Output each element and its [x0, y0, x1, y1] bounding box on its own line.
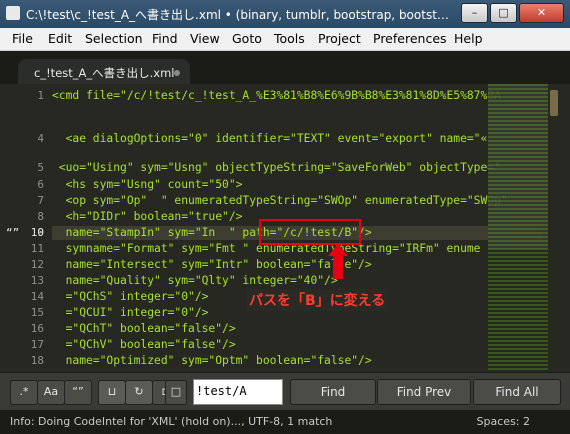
arrow-stem — [333, 255, 343, 279]
code-line: name="Optimized" sym="Optm" boolean="fal… — [52, 354, 372, 367]
find-all-button[interactable]: Find All — [473, 379, 561, 405]
whole-word-toggle[interactable]: “” — [64, 380, 92, 405]
line-number: 13 — [30, 274, 44, 287]
menu-selection[interactable]: Selection — [85, 31, 143, 46]
regex-toggle[interactable]: .* — [10, 380, 38, 405]
menu-goto[interactable]: Goto — [232, 31, 262, 46]
find-button[interactable]: Find — [290, 379, 376, 405]
show-context-toggle[interactable]: □ — [165, 380, 187, 405]
find-panel: .* Aa “” ⊔ ↻ ⊏ □ Find Find Prev Find All — [0, 372, 570, 411]
line-number: 12 — [30, 258, 44, 271]
tab-file[interactable]: c_!test_A_へ書き出し.xml — [18, 59, 190, 84]
scroll-thumb[interactable] — [550, 90, 558, 116]
vertical-scrollbar[interactable] — [548, 84, 560, 372]
menu-project[interactable]: Project — [318, 31, 361, 46]
line-number: 5 — [37, 161, 44, 174]
code-line: name="Intersect" sym="Intr" boolean="fal… — [52, 258, 372, 271]
code-line: <cmd file="/c/!test/c_!test_A_%E3%81%B8%… — [52, 89, 501, 102]
window-title: C:\!test\c_!test_A_へ書き出し.xml • (binary, … — [26, 8, 449, 22]
code-line: ="QChV" boolean="false"/> — [52, 338, 236, 351]
line-number: 14 — [30, 290, 44, 303]
menu-bar: File Edit Selection Find View Goto Tools… — [0, 28, 570, 51]
minimap[interactable] — [488, 84, 556, 372]
line-number: 1 — [37, 89, 44, 102]
line-number: 16 — [30, 322, 44, 335]
code-line: ="QCUI" integer="0"/> — [52, 306, 209, 319]
line-number: 15 — [30, 306, 44, 319]
line-number: 8 — [37, 210, 44, 223]
code-line: <uo="Using" sym="Usng" objectTypeString=… — [52, 161, 501, 174]
status-bar: Info: Doing CodeIntel for 'XML' (hold on… — [0, 410, 570, 434]
line-number-current: 10 — [30, 226, 44, 239]
code-line: name="Quality" sym="Qlty" integer="40"/> — [52, 274, 338, 287]
menu-tools[interactable]: Tools — [274, 31, 305, 46]
app-icon — [6, 6, 20, 20]
tab-label: c_!test_A_へ書き出し.xml — [34, 66, 175, 80]
close-button[interactable]: ✕ — [519, 3, 564, 23]
case-toggle[interactable]: Aa — [37, 380, 65, 405]
line-number: 17 — [30, 338, 44, 351]
menu-file[interactable]: File — [12, 31, 33, 46]
line-number: 11 — [30, 242, 44, 255]
code-line: ="QChT" boolean="false"/> — [52, 322, 236, 335]
line-number: 4 — [37, 132, 44, 145]
tab-bar: c_!test_A_へ書き出し.xml — [0, 51, 570, 84]
menu-preferences[interactable]: Preferences — [373, 31, 447, 46]
line-number: 6 — [37, 178, 44, 191]
highlight-box — [259, 219, 361, 245]
line-number: 7 — [37, 194, 44, 207]
menu-find[interactable]: Find — [152, 31, 178, 46]
find-input-wrapper — [193, 379, 283, 405]
status-info: Info: Doing CodeIntel for 'XML' (hold on… — [10, 415, 333, 428]
code-line: <hs sym="Usng" count="50"> — [52, 178, 243, 191]
menu-help[interactable]: Help — [454, 31, 483, 46]
maximize-button[interactable]: □ — [490, 3, 517, 23]
code-line: <h="DIDr" boolean="true"/> — [52, 210, 243, 223]
code-line: ="QChS" integer="0"/> — [52, 290, 209, 303]
sublime-window: C:\!test\c_!test_A_へ書き出し.xml • (binary, … — [0, 0, 570, 434]
line-number: 18 — [30, 354, 44, 367]
annotation-text: パスを「B」に変える — [247, 289, 388, 311]
indent-status[interactable]: Spaces: 2 — [477, 415, 530, 428]
code-line: <ae dialogOptions="0" identifier="TEXT" … — [52, 132, 488, 145]
menu-view[interactable]: View — [190, 31, 220, 46]
unsaved-dot-icon[interactable] — [174, 70, 180, 76]
wrap-toggle[interactable]: ↻ — [125, 380, 153, 405]
line-gutter: 1 4 5 6 7 8 9 “” 10 11 12 13 14 15 16 17… — [0, 84, 50, 372]
code-line: <op sym="Op" " enumeratedTypeString="SWO… — [52, 194, 515, 207]
minimize-button[interactable]: – — [461, 3, 488, 23]
menu-edit[interactable]: Edit — [48, 31, 72, 46]
find-input[interactable] — [194, 380, 282, 402]
in-selection-toggle[interactable]: ⊔ — [98, 380, 126, 405]
find-prev-button[interactable]: Find Prev — [377, 379, 471, 405]
title-bar: C:\!test\c_!test_A_へ書き出し.xml • (binary, … — [0, 0, 570, 28]
